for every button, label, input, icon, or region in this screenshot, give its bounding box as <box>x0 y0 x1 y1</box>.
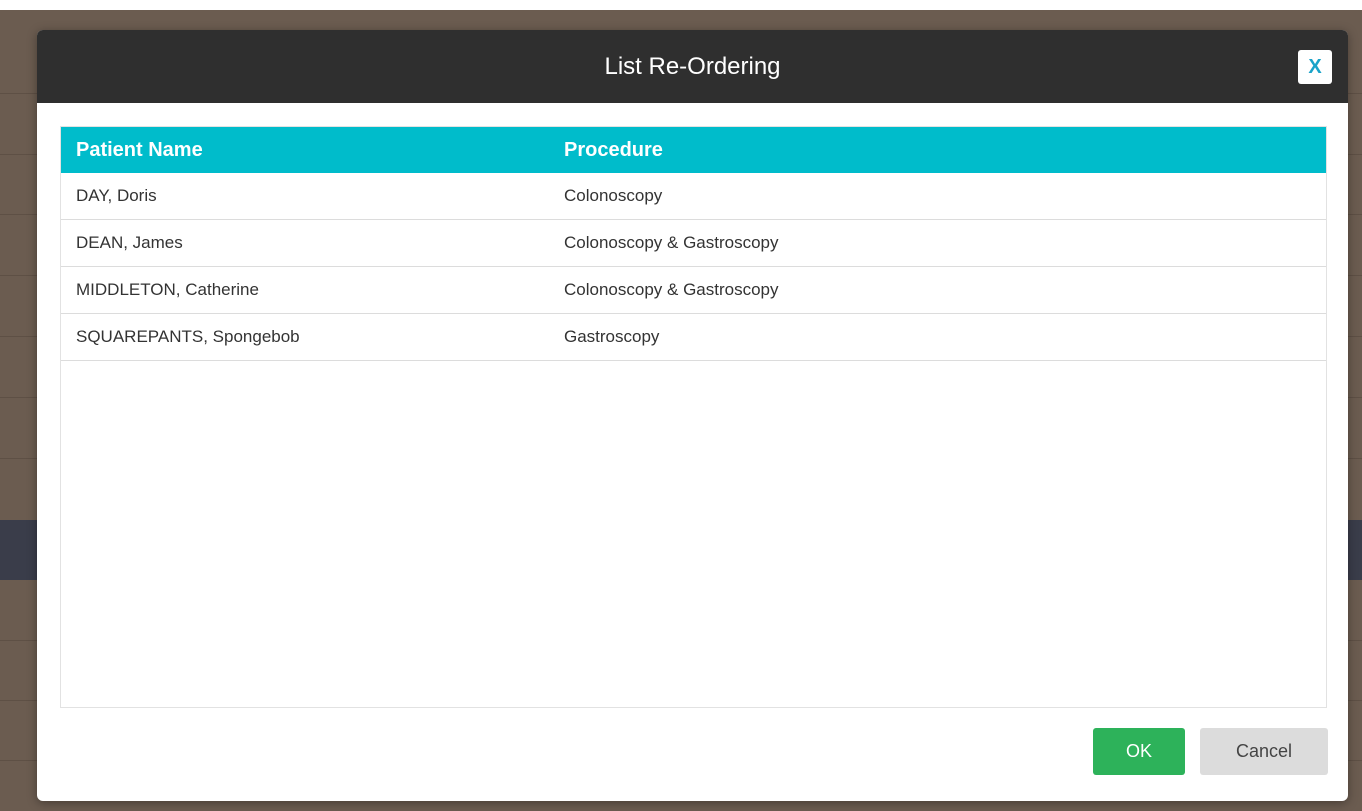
close-button[interactable]: X <box>1298 50 1332 84</box>
table-row[interactable]: DAY, Doris Colonoscopy <box>61 173 1326 220</box>
patient-name-cell: DAY, Doris <box>76 186 157 205</box>
table-header: Patient Name Procedure <box>61 127 1326 173</box>
table-row[interactable]: DEAN, James Colonoscopy & Gastroscopy <box>61 220 1326 267</box>
patient-name-cell: SQUAREPANTS, Spongebob <box>76 327 300 346</box>
table-row[interactable]: SQUAREPANTS, Spongebob Gastroscopy <box>61 314 1326 361</box>
background-top-strip <box>0 0 1362 10</box>
patient-name-cell: MIDDLETON, Catherine <box>76 280 259 299</box>
modal-title: List Re-Ordering <box>604 52 781 80</box>
column-header-patient-name: Patient Name <box>76 138 203 161</box>
procedure-cell: Colonoscopy & Gastroscopy <box>564 280 779 299</box>
patient-table: Patient Name Procedure DAY, Doris Colono… <box>60 126 1327 708</box>
patient-name-cell: DEAN, James <box>76 233 183 252</box>
column-header-procedure: Procedure <box>564 138 663 161</box>
ok-button[interactable]: OK <box>1093 728 1185 775</box>
procedure-cell: Colonoscopy & Gastroscopy <box>564 233 779 252</box>
modal-header: List Re-Ordering X <box>37 30 1348 103</box>
close-icon: X <box>1308 55 1322 78</box>
table-row[interactable]: MIDDLETON, Catherine Colonoscopy & Gastr… <box>61 267 1326 314</box>
cancel-button[interactable]: Cancel <box>1200 728 1328 775</box>
procedure-cell: Colonoscopy <box>564 186 663 205</box>
procedure-cell: Gastroscopy <box>564 327 660 346</box>
list-reordering-modal: List Re-Ordering X Patient Name Procedur… <box>37 30 1348 801</box>
